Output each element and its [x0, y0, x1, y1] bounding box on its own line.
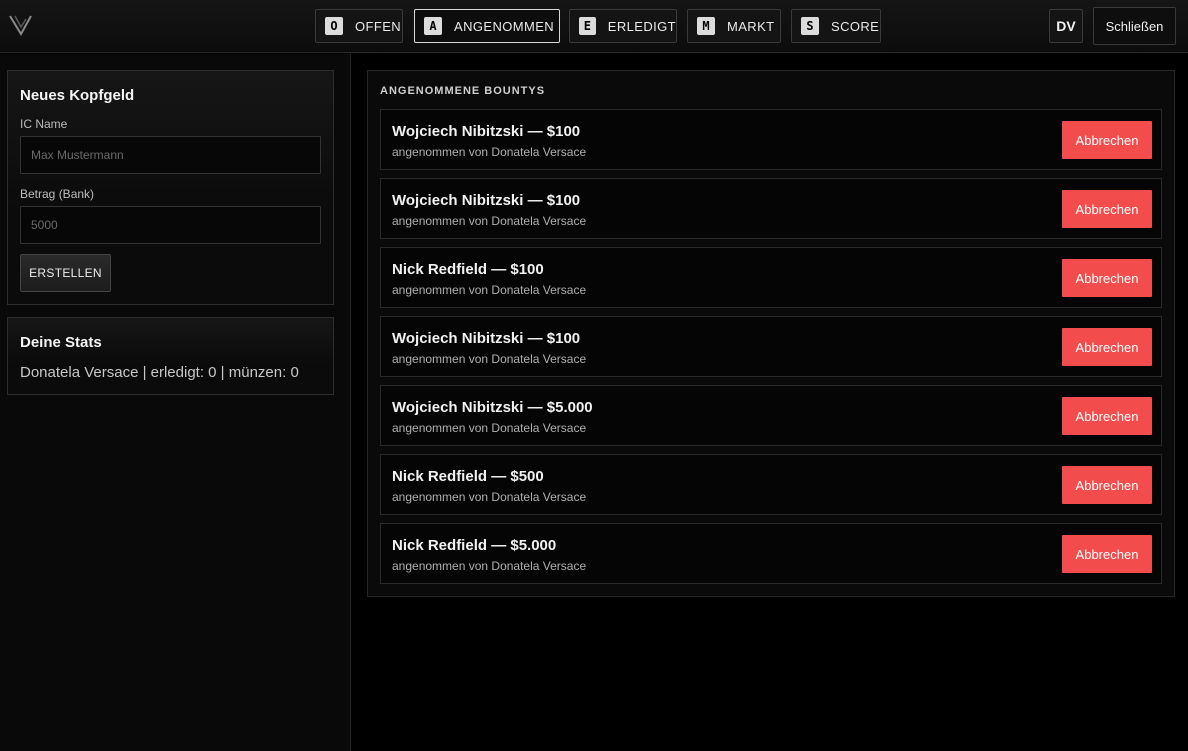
ic-name-label: IC Name: [20, 117, 68, 131]
bounty-row: Wojciech Nibitzski — $100 angenommen von…: [380, 316, 1162, 377]
tab-label: SCORE: [831, 18, 880, 34]
ic-name-input[interactable]: [20, 136, 321, 174]
bounty-row: Wojciech Nibitzski — $5.000 angenommen v…: [380, 385, 1162, 446]
stats-panel: Deine Stats Donatela Versace | erledigt:…: [7, 317, 334, 395]
bounty-accepted-by: angenommen von Donatela Versace: [392, 145, 587, 159]
bounty-accepted-by: angenommen von Donatela Versace: [392, 283, 587, 297]
cancel-button[interactable]: Abbrechen: [1062, 328, 1152, 366]
amount-input[interactable]: [20, 206, 321, 244]
bounty-accepted-by: angenommen von Donatela Versace: [392, 214, 587, 228]
cancel-button[interactable]: Abbrechen: [1062, 466, 1152, 504]
tab-key-badge: E: [579, 17, 596, 35]
accepted-bounties-panel: ANGENOMMENE BOUNTYS Wojciech Nibitzski —…: [367, 70, 1175, 597]
bounty-title: Nick Redfield — $100: [392, 261, 544, 278]
cancel-button[interactable]: Abbrechen: [1062, 397, 1152, 435]
tab-label: OFFEN: [355, 18, 402, 34]
cancel-button[interactable]: Abbrechen: [1062, 259, 1152, 297]
bounty-title: Wojciech Nibitzski — $100: [392, 123, 581, 140]
create-button[interactable]: ERSTELLEN: [20, 254, 111, 292]
tab-key-badge: O: [325, 17, 343, 35]
bounty-accepted-by: angenommen von Donatela Versace: [392, 559, 587, 573]
bounty-row: Nick Redfield — $500 angenommen von Dona…: [380, 454, 1162, 515]
avatar[interactable]: DV: [1049, 9, 1083, 43]
tab-key-badge: A: [424, 17, 442, 35]
tab-label: ERLEDIGT: [607, 18, 676, 34]
tab-angenommen[interactable]: A ANGENOMMEN: [414, 9, 560, 43]
bounty-row: Nick Redfield — $5.000 angenommen von Do…: [380, 523, 1162, 584]
sidebar: Neues Kopfgeld IC Name Betrag (Bank) ERS…: [0, 54, 351, 751]
tab-score[interactable]: S SCORE: [791, 9, 881, 43]
bounty-title: Nick Redfield — $5.000: [392, 537, 557, 554]
bounty-row: Wojciech Nibitzski — $100 angenommen von…: [380, 109, 1162, 170]
accepted-bounties-title: ANGENOMMENE BOUNTYS: [380, 85, 546, 97]
tab-label: MARKT: [727, 18, 775, 34]
bounty-row: Wojciech Nibitzski — $100 angenommen von…: [380, 178, 1162, 239]
bounty-title: Wojciech Nibitzski — $100: [392, 330, 581, 347]
tab-key-badge: S: [801, 17, 819, 35]
cancel-button[interactable]: Abbrechen: [1062, 535, 1152, 573]
bounty-title: Nick Redfield — $500: [392, 468, 544, 485]
bounty-title: Wojciech Nibitzski — $5.000: [392, 399, 593, 416]
new-bounty-title: Neues Kopfgeld: [20, 87, 135, 104]
bounty-accepted-by: angenommen von Donatela Versace: [392, 352, 587, 366]
bounty-accepted-by: angenommen von Donatela Versace: [392, 490, 587, 504]
v-logo-icon: [9, 14, 33, 36]
tab-erledigt[interactable]: E ERLEDIGT: [569, 9, 677, 43]
stats-line: Donatela Versace | erledigt: 0 | münzen:…: [20, 364, 299, 381]
stats-title: Deine Stats: [20, 334, 102, 351]
bounty-row: Nick Redfield — $100 angenommen von Dona…: [380, 247, 1162, 308]
amount-label: Betrag (Bank): [20, 187, 95, 201]
bounty-title: Wojciech Nibitzski — $100: [392, 192, 581, 209]
cancel-button[interactable]: Abbrechen: [1062, 190, 1152, 228]
close-button[interactable]: Schließen: [1093, 7, 1176, 45]
tab-markt[interactable]: M MARKT: [687, 9, 781, 43]
tab-offen[interactable]: O OFFEN: [315, 9, 403, 43]
top-bar: O OFFEN A ANGENOMMEN E ERLEDIGT M MARKT …: [0, 0, 1188, 53]
new-bounty-panel: Neues Kopfgeld IC Name Betrag (Bank) ERS…: [7, 70, 334, 305]
bounty-accepted-by: angenommen von Donatela Versace: [392, 421, 587, 435]
cancel-button[interactable]: Abbrechen: [1062, 121, 1152, 159]
tab-label: ANGENOMMEN: [454, 18, 555, 34]
tab-key-badge: M: [697, 17, 715, 35]
